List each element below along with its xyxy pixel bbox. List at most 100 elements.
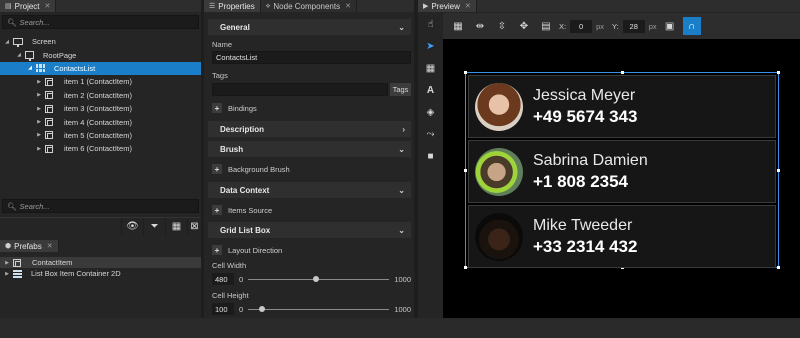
resize-handle[interactable] [621,71,624,74]
collapse-all-icon[interactable]: ⊠ [187,217,201,236]
tree-item-label: ContactsList [54,63,96,73]
close-icon[interactable]: ✕ [345,2,351,10]
add-background-brush-button[interactable]: + [212,164,222,174]
layers-icon[interactable]: ◈ [418,101,443,123]
expand-arrow-icon[interactable]: ▶ [4,271,10,277]
cell-height-slider[interactable] [248,305,390,312]
project-search-input-2[interactable]: 🔍︎ Search... [2,199,199,213]
selection-frame[interactable]: Jessica Meyer +49 5674 343 Sabrina Damie… [464,71,780,269]
section-title: General [220,22,250,32]
close-icon[interactable]: ✕ [45,2,51,10]
add-items-source-button[interactable]: + [212,205,222,215]
resize-handle[interactable] [464,71,467,74]
resize-handle[interactable] [777,71,780,74]
camera-icon[interactable]: ■ [418,145,443,167]
expand-arrow-icon[interactable]: ▶ [36,79,42,85]
add-layout-direction-button[interactable]: + [212,245,222,255]
contact-item[interactable]: Mike Tweeder +33 2314 432 [468,205,776,268]
snap-settings-icon[interactable]: ▣ [661,17,679,35]
resize-handle[interactable] [777,169,780,172]
chevron-down-icon: ⌄ [398,225,405,235]
collapse-arrow-icon[interactable]: ◢ [4,39,10,45]
contact-item[interactable]: Sabrina Damien +1 808 2354 [468,140,776,203]
tree-item-contact-2[interactable]: ▶ item 2 (ContactItem) [0,89,201,102]
contact-item[interactable]: Jessica Meyer +49 5674 343 [468,75,776,138]
tree-item-screen[interactable]: ◢ Screen [0,35,201,48]
add-binding-button[interactable]: + [212,103,222,113]
expand-arrow-icon[interactable]: ▶ [4,260,10,266]
pick-tool-icon[interactable]: ☝︎ [418,13,443,35]
tab-properties[interactable]: ☰ Properties [204,0,261,12]
expand-arrow-icon[interactable]: ▶ [36,119,42,125]
text-tool-icon[interactable]: A [418,79,443,101]
prefab-item-container[interactable]: ▶ List Box Item Container 2D [0,268,201,279]
close-icon[interactable]: ✕ [465,2,471,10]
vertical-fit-icon[interactable]: ⇳ [493,17,511,35]
y-label: Y: [612,21,619,31]
tree-item-contactslist[interactable]: ◢ ContactsList [0,61,201,76]
resize-handle[interactable] [464,266,467,269]
tree-item-contact-6[interactable]: ▶ item 6 (ContactItem) [0,142,201,155]
resize-handle[interactable] [464,169,467,172]
tree-item-contact-1[interactable]: ▶ item 1 (ContactItem) [0,75,201,88]
preview-panel: ▶ Preview ✕ ☝︎ ➤ ▦ A ◈ ⤳ ■ ▦ ⇹ ⇳ ✥ ▤ X: … [418,0,800,338]
tree-item-rootpage[interactable]: ◢ RootPage [0,48,201,62]
tree-item-contact-3[interactable]: ▶ item 3 (ContactItem) [0,102,201,115]
eye-icon[interactable]: 👁︎ [121,217,143,236]
preview-tab-bar: ▶ Preview ✕ [418,0,800,12]
prefabs-list: ▶ ContactItem ▶ List Box Item Container … [0,257,201,279]
tree-item-contact-4[interactable]: ▶ item 4 (ContactItem) [0,115,201,128]
tree-item-label: item 5 (ContactItem) [64,130,132,140]
name-value: ContactsList [216,53,258,62]
search-icon: 🔍︎ [7,17,17,27]
move-icon[interactable]: ✥ [515,17,533,35]
align-icon[interactable]: ▤ [537,17,555,35]
layout-icon[interactable]: ▦ [165,217,187,236]
select-tool-icon[interactable]: ➤ [418,35,443,57]
tree-item-contact-5[interactable]: ▶ item 5 (ContactItem) [0,129,201,142]
slider-knob[interactable] [312,275,319,282]
layout-direction-label: Layout Direction [228,245,283,255]
tags-button[interactable]: Tags [390,83,411,96]
project-search-input[interactable]: 🔍︎ Search... [2,15,199,29]
y-input[interactable]: 28 [622,19,645,33]
horizontal-fit-icon[interactable]: ⇹ [471,17,489,35]
expand-arrow-icon[interactable]: ▶ [36,106,42,112]
filter-icon[interactable]: ⏷ [143,217,165,236]
name-input[interactable]: ContactsList [212,51,411,64]
grid-snap-icon[interactable]: ▦ [449,17,467,35]
tags-input[interactable] [212,83,388,96]
slider-knob[interactable] [259,305,266,312]
resize-handle[interactable] [777,266,780,269]
prefab-item-contactitem[interactable]: ▶ ContactItem [0,257,201,268]
background-brush-label: Background Brush [228,164,290,174]
cell-height-input[interactable]: 100 [212,303,234,315]
grid-tool-icon[interactable]: ▦ [418,57,443,79]
contact-name: Jessica Meyer [533,86,636,104]
x-input[interactable]: 0 [570,19,593,33]
preview-viewport[interactable]: Jessica Meyer +49 5674 343 Sabrina Damie… [443,39,800,318]
tab-prefabs[interactable]: ⬢ Prefabs ✕ [0,240,59,252]
collapse-arrow-icon[interactable]: ◢ [27,65,33,71]
expand-arrow-icon[interactable]: ▶ [36,132,42,138]
avatar [475,147,523,196]
section-data-context[interactable]: Data Context ⌄ [208,182,411,198]
section-title: Grid List Box [220,225,271,235]
cell-width-input[interactable]: 480 [212,273,234,285]
expand-arrow-icon[interactable]: ▶ [36,146,42,152]
close-icon[interactable]: ✕ [47,242,53,250]
section-grid-list-box[interactable]: Grid List Box ⌄ [208,222,411,238]
preview-side-toolbar: ☝︎ ➤ ▦ A ◈ ⤳ ■ [418,13,443,318]
collapse-arrow-icon[interactable]: ◢ [16,52,22,58]
magnet-icon[interactable]: ∩ [682,17,701,35]
connect-icon[interactable]: ⤳ [418,123,443,145]
expand-arrow-icon[interactable]: ▶ [36,92,42,98]
tab-node-components[interactable]: ⟡ Node Components ✕ [260,0,357,12]
cell-width-slider[interactable] [248,275,390,282]
section-description[interactable]: Description › [208,121,411,137]
section-general[interactable]: General ⌄ [208,19,411,35]
tab-project[interactable]: ▤ Project ✕ [0,0,57,12]
tab-preview[interactable]: ▶ Preview ✕ [418,0,477,12]
tree-item-label: item 2 (ContactItem) [64,90,132,100]
section-brush[interactable]: Brush ⌄ [208,141,411,157]
